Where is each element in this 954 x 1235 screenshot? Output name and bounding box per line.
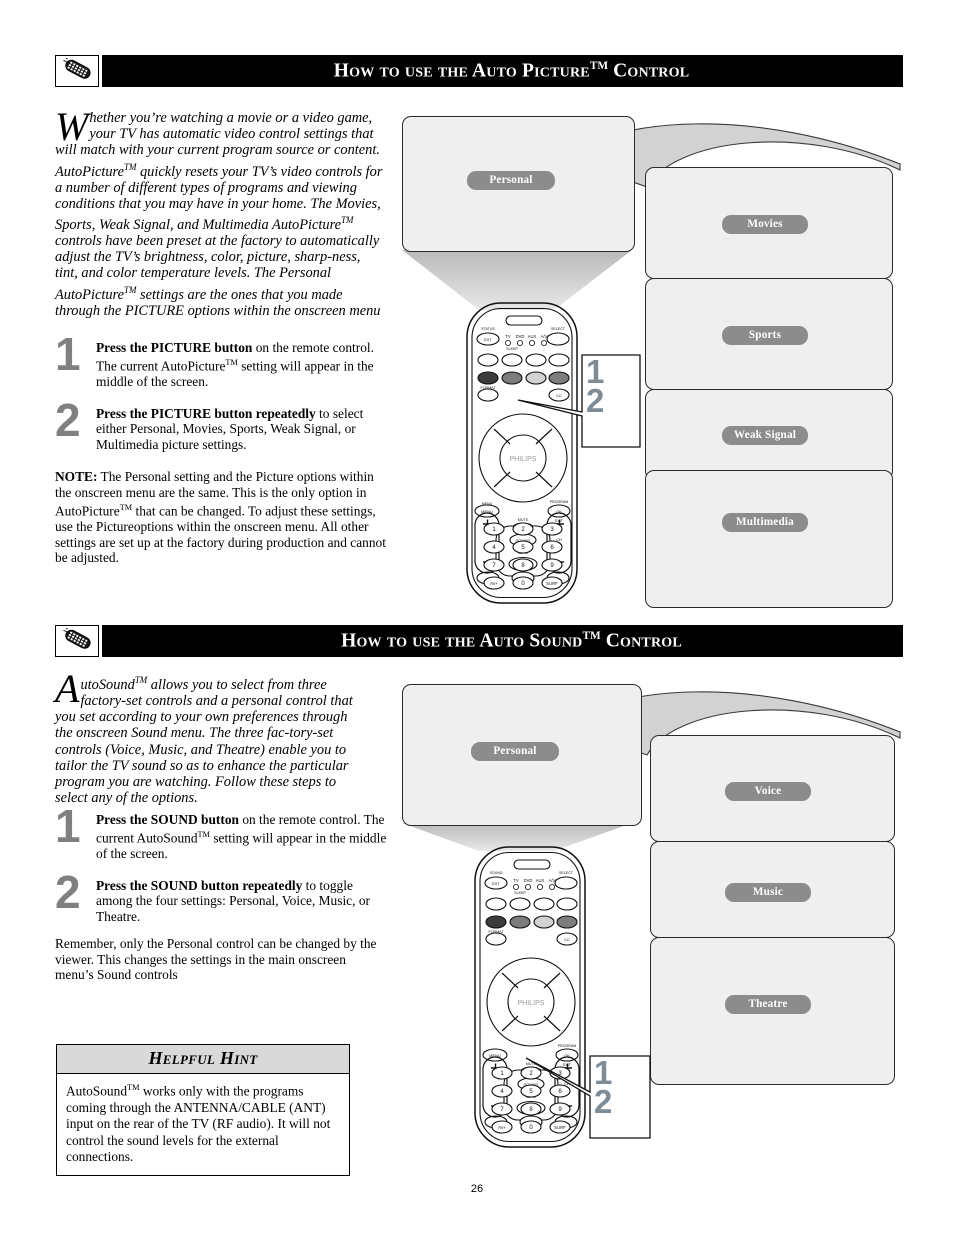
svg-text:SLEEP: SLEEP [514,891,526,895]
step-bold: Press the PICTURE button [96,340,253,355]
hint-text-1: AutoSound [66,1083,128,1099]
svg-text:FORMAT: FORMAT [481,386,497,390]
svg-text:A/V: A/V [541,334,548,339]
svg-text:MENU: MENU [482,502,493,506]
callout-leader-picture [517,354,641,448]
drop-cap: A [55,666,80,711]
svg-text:DVD: DVD [516,334,525,339]
pill-personal: Personal [471,742,559,761]
pill-movies: Movies [722,215,808,234]
svg-text:AV+: AV+ [490,581,499,586]
section-title-bar: How to use the Auto SoundTM Control [102,625,903,657]
svg-text:STATUS: STATUS [481,327,495,331]
step-bold: Press the SOUND button [96,812,239,827]
target-panel-multimedia[interactable]: Multimedia [645,470,893,608]
svg-text:SOUND: SOUND [490,871,503,875]
step-text: Press the PICTURE button repeatedly to s… [96,406,391,452]
svg-text:SURF: SURF [546,581,558,586]
section-title-bar: How to use the Auto PictureTM Control [102,55,903,87]
pill-voice: Voice [725,782,811,801]
svg-text:FORMAT: FORMAT [489,930,505,934]
source-panel-personal[interactable]: Personal [402,116,635,252]
intro-paragraph-auto-picture: Whether you’re watching a movie or a vid… [55,104,383,319]
svg-text:AV+: AV+ [498,1125,507,1130]
diagram-auto-picture: Personal Movies Sports Weak Signal Multi… [400,112,905,612]
page-number: 26 [470,1183,484,1195]
diagram-auto-sound: Personal Voice Music Theatre PHILIPS SOU… [400,680,905,1150]
callout-number-2: 2 [594,1083,613,1120]
remote-control-glyph [63,58,91,79]
intro-text-1: utoSound [80,676,135,693]
svg-text:AUX: AUX [528,334,537,339]
svg-text:A/V: A/V [549,878,556,883]
section-title: How to use the Auto SoundTM Control [341,629,682,652]
svg-text:EXT: EXT [484,337,492,342]
step-item: 2 Press the PICTURE button repeatedly to… [55,397,391,458]
target-panel-voice[interactable]: Voice [650,735,895,842]
step-number: 2 [55,394,81,446]
pill-music: Music [725,883,811,902]
steps-auto-sound: 1 Press the SOUND button on the remote c… [55,803,391,942]
svg-text:TV: TV [513,878,519,883]
target-panel-movies[interactable]: Movies [645,167,893,279]
target-panel-music[interactable]: Music [650,841,895,938]
svg-text:OK: OK [556,509,562,514]
svg-text:MENU: MENU [489,1053,501,1058]
svg-text:PHILIPS: PHILIPS [510,456,537,463]
note-auto-picture: NOTE: The Personal setting and the Pictu… [55,469,386,566]
step-text: Press the SOUND button repeatedly to tog… [96,878,391,924]
helpful-hint-title: Helpful Hint [57,1045,349,1074]
step-bold: Press the SOUND button repeatedly [96,878,303,893]
section-title: How to use the Auto PictureTM Control [333,59,690,82]
target-panel-sports[interactable]: Sports [645,278,893,390]
svg-text:MENU: MENU [481,509,493,514]
remember-paragraph: Remember, only the Personal control can … [55,936,377,983]
remote-control-icon [55,55,99,87]
svg-text:AUX: AUX [536,878,545,883]
svg-text:PHILIPS: PHILIPS [518,1000,545,1007]
target-panel-weak-signal[interactable]: Weak Signal [645,389,893,480]
step-item: 1 Press the SOUND button on the remote c… [55,803,391,864]
callout-number-2: 2 [586,382,605,419]
svg-text:TV: TV [505,334,511,339]
remote-control-illustration-picture: PHILIPS STATUS SELECT SLEEP FORMAT MENU … [462,298,590,615]
svg-text:CC: CC [564,937,570,942]
pill-personal: Personal [467,171,555,190]
intro-paragraph-auto-sound: AutoSoundTM allows you to select from th… [55,666,353,807]
pill-multimedia: Multimedia [722,513,808,532]
step-number: 1 [55,328,81,380]
step-text: Press the SOUND button on the remote con… [96,812,387,862]
callout-numbers-sound: 1 2 [594,1056,613,1120]
helpful-hint-box: Helpful Hint AutoSoundTM works only with… [56,1044,350,1176]
helpful-hint-text: AutoSoundTM works only with the programs… [66,1083,331,1165]
svg-text:SELECT: SELECT [551,327,566,331]
svg-text:PROGRAM: PROGRAM [558,1044,577,1048]
step-bold: Press the PICTURE button repeatedly [96,406,316,421]
step-number: 1 [55,800,81,852]
svg-text:DVD: DVD [524,878,533,883]
callout-leader-sound [525,1055,651,1139]
callout-numbers-picture: 1 2 [586,355,605,419]
target-panel-theatre[interactable]: Theatre [650,937,895,1085]
pill-sports: Sports [722,326,808,345]
remote-control-glyph [63,628,91,649]
svg-text:SELECT: SELECT [559,871,574,875]
drop-cap: W [55,104,89,149]
intro-text-2: allows you to select from three factory-… [55,676,353,807]
step-text: Press the PICTURE button on the remote c… [96,340,374,390]
svg-text:PROGRAM: PROGRAM [550,500,569,504]
remote-control-icon [55,625,99,657]
step-item: 1 Press the PICTURE button on the remote… [55,331,391,392]
remote-keypad: 123 456 789 AV+ 0 SURF [483,522,563,590]
step-item: 2 Press the SOUND button repeatedly to t… [55,869,391,930]
steps-auto-picture: 1 Press the PICTURE button on the remote… [55,331,391,470]
step-number: 2 [55,866,81,918]
section-header-auto-picture: How to use the Auto PictureTM Control [55,55,903,87]
pill-weak-signal: Weak Signal [722,426,808,445]
pill-theatre: Theatre [725,995,811,1014]
section-header-auto-sound: How to use the Auto SoundTM Control [55,625,903,657]
svg-text:EXT: EXT [492,881,500,886]
note-label: NOTE: [55,469,98,484]
source-panel-personal[interactable]: Personal [402,684,642,826]
